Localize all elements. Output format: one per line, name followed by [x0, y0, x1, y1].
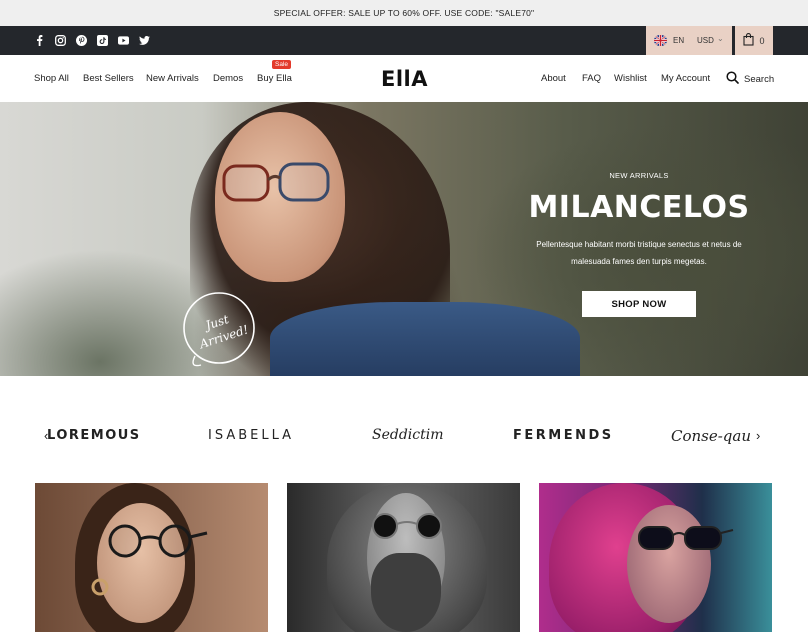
- hero-eyebrow: NEW ARRIVALS: [609, 171, 669, 180]
- youtube-icon[interactable]: [118, 35, 129, 46]
- brand-logo-fermends[interactable]: FERMENDS: [513, 428, 614, 443]
- nav-faq[interactable]: FAQ: [582, 73, 601, 84]
- brand-logo-seddictim[interactable]: Seddictim: [372, 427, 444, 443]
- hero-banner: Just Arrived! NEW ARRIVALS MILANCELOS Pe…: [0, 102, 808, 376]
- nav-demos[interactable]: Demos: [213, 73, 243, 84]
- nav-wishlist[interactable]: Wishlist: [614, 73, 647, 84]
- just-arrived-stamp: Just Arrived!: [183, 292, 255, 367]
- social-links: [34, 26, 150, 55]
- shopping-bag-icon: [743, 33, 755, 48]
- facebook-icon[interactable]: [34, 35, 45, 46]
- main-navigation: Shop All Best Sellers New Arrivals Demos…: [0, 55, 808, 102]
- cart-button[interactable]: 0: [735, 26, 773, 55]
- announcement-bar: SPECIAL OFFER: SALE UP TO 60% OFF. USE C…: [0, 0, 808, 26]
- collection-tile-3[interactable]: [539, 483, 772, 632]
- site-logo[interactable]: EllA: [381, 67, 428, 91]
- nav-new-arrivals[interactable]: New Arrivals: [146, 73, 199, 84]
- nav-buy-ella[interactable]: Buy Ella: [257, 73, 292, 84]
- hero-title: MILANCELOS: [528, 190, 750, 225]
- locale-selector[interactable]: EN USD ⌄: [646, 26, 732, 55]
- pinterest-icon[interactable]: [76, 35, 87, 46]
- language-label[interactable]: EN: [673, 36, 684, 45]
- tiktok-icon[interactable]: [97, 35, 108, 46]
- sale-badge: Sale: [272, 60, 292, 69]
- nav-shop-all[interactable]: Shop All: [34, 73, 69, 84]
- sunglasses-icon: [638, 526, 734, 550]
- tile-model-face: [97, 503, 185, 623]
- eyeglasses-icon: [222, 162, 330, 202]
- top-bar: EN USD ⌄ 0: [0, 26, 808, 55]
- chevron-right-icon[interactable]: ›: [756, 428, 760, 443]
- hero-content: NEW ARRIVALS MILANCELOS Pellentesque hab…: [520, 102, 758, 376]
- shop-now-button[interactable]: SHOP NOW: [582, 291, 696, 317]
- chevron-down-icon: ⌄: [717, 34, 724, 43]
- search-button[interactable]: Search: [726, 71, 774, 87]
- tile-model-beard: [371, 553, 441, 632]
- sunglasses-icon: [372, 513, 442, 539]
- brand-carousel: ‹ LOREMOUS ISABELLA Seddictim FERMENDS C…: [0, 376, 808, 483]
- nav-my-account[interactable]: My Account: [661, 73, 710, 84]
- collection-tile-1[interactable]: [35, 483, 268, 632]
- cart-count: 0: [759, 35, 765, 46]
- nav-best-sellers[interactable]: Best Sellers: [83, 73, 134, 84]
- nav-about[interactable]: About: [541, 73, 566, 84]
- brand-logo-isabella[interactable]: ISABELLA: [208, 428, 294, 443]
- instagram-icon[interactable]: [55, 35, 66, 46]
- currency-label[interactable]: USD: [697, 36, 714, 45]
- earring-icon: [91, 578, 109, 596]
- search-icon: [726, 71, 739, 87]
- announcement-text: SPECIAL OFFER: SALE UP TO 60% OFF. USE C…: [273, 8, 535, 18]
- brand-logo-conse-qau[interactable]: Conse-qau: [671, 427, 751, 445]
- uk-flag-icon: [654, 35, 667, 46]
- eyeglasses-icon: [108, 524, 208, 558]
- hero-description: Pellentesque habitant morbi tristique se…: [536, 240, 742, 266]
- brand-logo-loremous[interactable]: LOREMOUS: [47, 428, 141, 443]
- collection-tile-2[interactable]: [287, 483, 520, 632]
- search-label: Search: [744, 73, 775, 85]
- twitter-icon[interactable]: [139, 35, 150, 46]
